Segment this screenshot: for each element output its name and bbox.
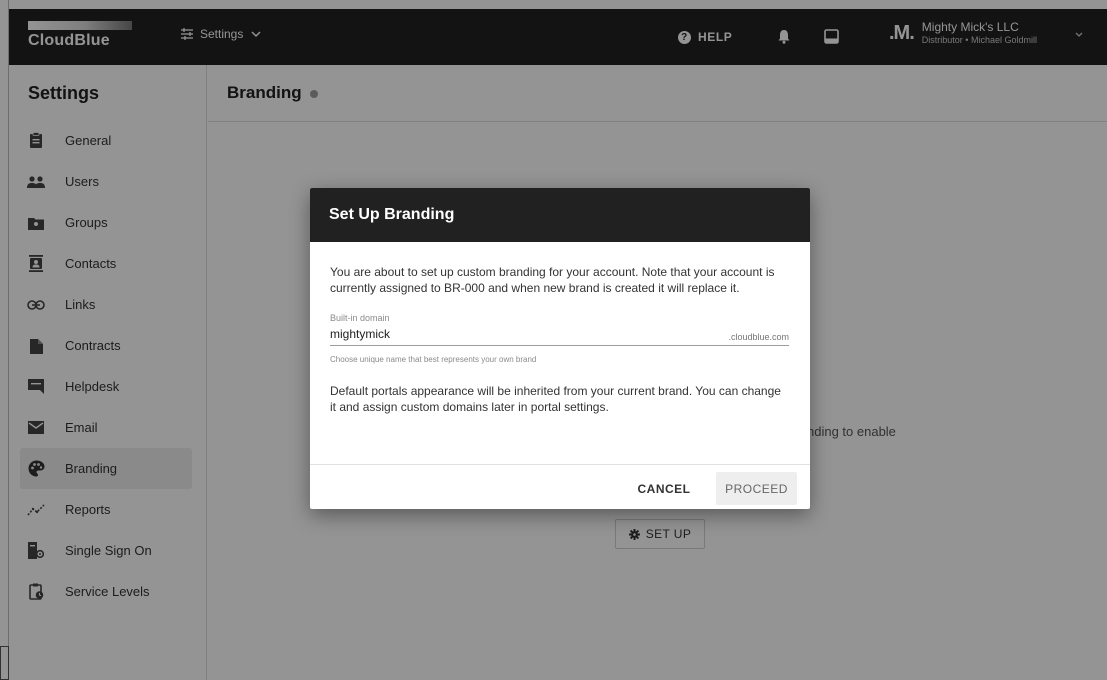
proceed-button[interactable]: PROCEED [716,472,797,505]
dialog-footer: CANCEL PROCEED [310,464,810,509]
dialog-note-text: Default portals appearance will be inher… [330,384,781,414]
built-in-domain-field: Built-in domain .cloudblue.com Choose un… [330,310,789,368]
dialog-title: Set Up Branding [310,188,810,242]
domain-field-row: .cloudblue.com [330,327,789,346]
cancel-button[interactable]: CANCEL [628,473,700,505]
setup-branding-dialog: Set Up Branding You are about to set up … [310,188,810,509]
domain-suffix: .cloudblue.com [728,332,789,342]
dialog-body: You are about to set up custom branding … [310,242,810,415]
domain-input[interactable] [330,327,690,341]
dialog-intro-text: You are about to set up custom branding … [330,265,775,295]
domain-field-label: Built-in domain [330,313,390,323]
domain-field-hint: Choose unique name that best represents … [330,355,537,364]
